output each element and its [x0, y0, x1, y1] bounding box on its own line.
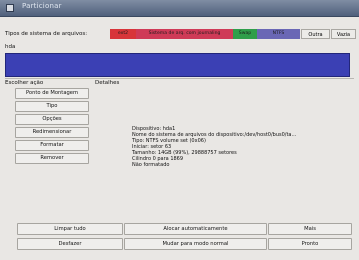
format-button[interactable]: Formatar [15, 140, 89, 151]
type-button[interactable]: Tipo [15, 101, 89, 112]
other-button[interactable]: Outra [301, 29, 330, 39]
legend-journaling: Sistema de arq. com journaling [136, 29, 233, 39]
auto-allocate-button[interactable]: Alocar automaticamente [124, 223, 267, 235]
legend-swap: Swap [233, 29, 257, 39]
divider [5, 78, 354, 79]
detail-format-status: Não formatado [132, 162, 170, 168]
mount-point-button[interactable]: Ponto de Montagem [15, 88, 89, 99]
options-button[interactable]: Opções [15, 114, 89, 125]
details-label: Detalhes [95, 80, 120, 86]
normal-mode-button[interactable]: Mudar para modo normal [124, 238, 267, 250]
done-button[interactable]: Pronto [268, 238, 352, 250]
resize-button[interactable]: Redimensionar [15, 127, 89, 138]
filesystem-types-label: Tipos de sistema de arquivos: [5, 31, 88, 37]
window-menu-icon[interactable] [6, 4, 14, 12]
choose-action-label: Escolher ação [5, 80, 44, 86]
legend-ext2: ext2 [110, 29, 136, 39]
undo-button[interactable]: Desfazer [17, 238, 123, 250]
partition-bar-ntfs[interactable] [5, 53, 350, 77]
title-bar[interactable]: Particionar [0, 0, 359, 17]
remove-button[interactable]: Remover [15, 153, 89, 164]
more-button[interactable]: Mais [268, 223, 352, 235]
clear-all-button[interactable]: Limpar tudo [17, 223, 123, 235]
legend-ntfs: NTFS [257, 29, 300, 39]
partitioning-window: Particionar Tipos de sistema de arquivos… [0, 0, 359, 260]
details-panel: Dispositivo: hda1 Nome do sistema de arq… [95, 88, 351, 214]
device-name: hda [5, 44, 16, 50]
empty-button[interactable]: Vazia [331, 29, 356, 39]
window-title: Particionar [22, 2, 62, 10]
